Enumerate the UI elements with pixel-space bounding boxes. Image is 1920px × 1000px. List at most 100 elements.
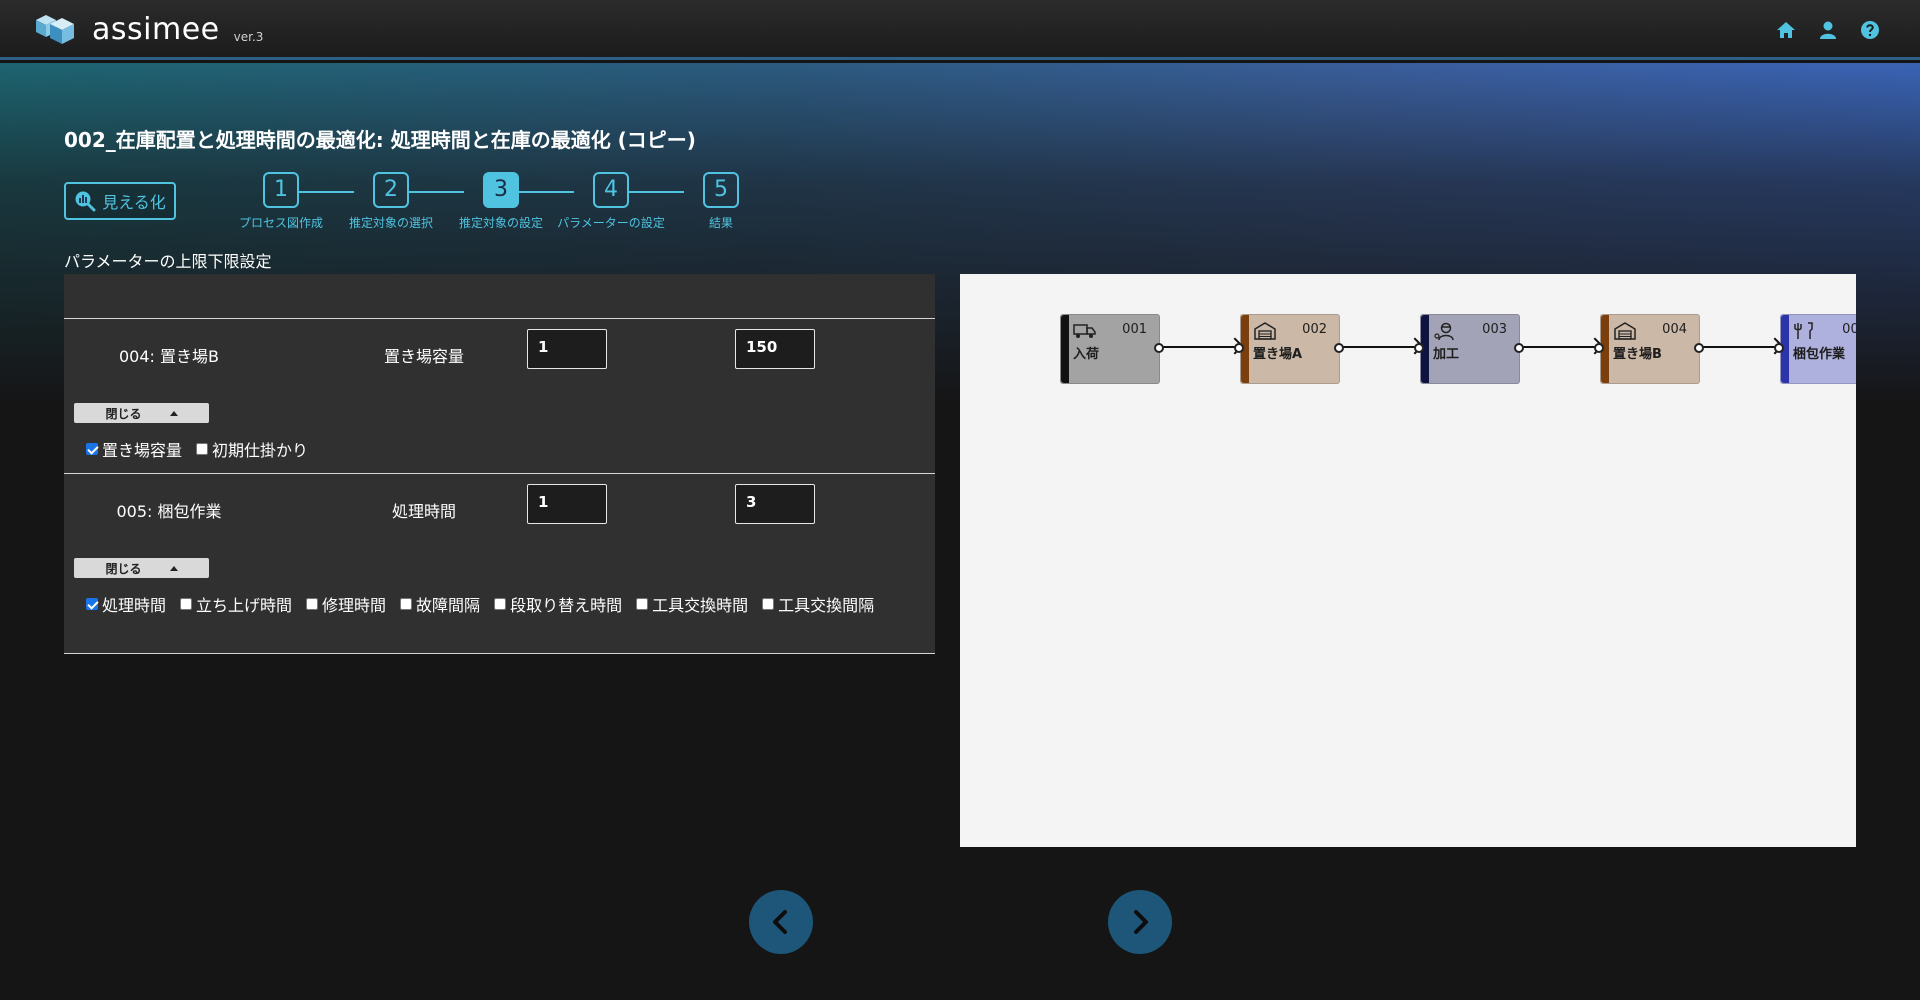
parameter-panel-header: [64, 274, 935, 319]
checkbox-changeover-time[interactable]: 段取り替え時間: [494, 592, 622, 616]
node-label: 置き場A: [1253, 347, 1303, 362]
checkbox-tool-change-time[interactable]: 工具交換時間: [636, 592, 748, 616]
node-id: 004: [1662, 322, 1687, 337]
step-number: 5: [703, 172, 739, 208]
min-value-input[interactable]: 1: [527, 484, 607, 524]
checkbox-startup-time[interactable]: 立ち上げ時間: [180, 592, 292, 616]
checkbox-tool-change-interval[interactable]: 工具交換間隔: [762, 592, 874, 616]
cube-logo-icon: [36, 15, 74, 44]
parameter-row-005: 005: 梱包作業 処理時間 1 3 閉じる 処理時間 立ち上げ時間 修理時間 …: [64, 474, 935, 654]
checkbox-box[interactable]: [180, 598, 193, 610]
step-number: 4: [593, 172, 629, 208]
app-name: assimee: [92, 12, 220, 47]
parameter-checkboxes: 置き場容量 初期仕掛かり: [86, 437, 886, 461]
checkbox-box[interactable]: [636, 598, 649, 610]
back-button[interactable]: [749, 890, 813, 954]
min-value-input[interactable]: 1: [527, 329, 607, 369]
parameter-name: 処理時間: [391, 502, 456, 521]
checkbox-storage-capacity[interactable]: 置き場容量: [86, 437, 182, 461]
process-node-002[interactable]: 002 置き場A: [1240, 314, 1340, 384]
process-node-003[interactable]: 003 加工: [1420, 314, 1520, 384]
step-label: 推定対象の選択: [348, 216, 433, 230]
checkbox-label: 工具交換間隔: [778, 596, 875, 615]
step-label: 推定対象の設定: [458, 216, 543, 230]
step-label: 結果: [708, 216, 733, 230]
collapse-button[interactable]: 閉じる: [74, 558, 209, 578]
checkbox-box[interactable]: [762, 598, 775, 610]
app-version: ver.3: [233, 30, 264, 44]
checkbox-label: 故障間隔: [416, 596, 481, 615]
checkbox-box[interactable]: [306, 598, 319, 610]
checkbox-repair-time[interactable]: 修理時間: [306, 592, 386, 616]
node-id: 002: [1302, 322, 1327, 337]
step-number: 2: [373, 172, 409, 208]
step-4[interactable]: 4 パラメーターの設定: [556, 172, 666, 231]
logo[interactable]: assimee ver.3: [30, 10, 263, 48]
parameter-panel: 004: 置き場B 置き場容量 1 150 閉じる 置き場容量 初期仕掛かり 0…: [64, 274, 935, 654]
node-label: 入荷: [1073, 347, 1100, 362]
help-icon[interactable]: [1860, 20, 1880, 40]
step-3[interactable]: 3 推定対象の設定: [446, 172, 556, 231]
connector-arrow: [1520, 346, 1600, 348]
checkbox-failure-interval[interactable]: 故障間隔: [400, 592, 480, 616]
checkbox-label: 修理時間: [322, 596, 387, 615]
node-id: 003: [1482, 322, 1507, 337]
tools-icon: [1794, 322, 1813, 339]
output-port[interactable]: [1154, 343, 1164, 353]
node-id: 005: [1842, 322, 1856, 337]
max-value-input[interactable]: 3: [735, 484, 815, 524]
checkbox-box[interactable]: [494, 598, 507, 610]
truck-icon: [1073, 324, 1096, 338]
checkbox-label: 置き場容量: [102, 441, 183, 460]
checkbox-initial-wip[interactable]: 初期仕掛かり: [196, 437, 308, 461]
parameter-row-004: 004: 置き場B 置き場容量 1 150 閉じる 置き場容量 初期仕掛かり: [64, 319, 935, 474]
process-diagram[interactable]: 001 入荷 002 置き場A 003 加工 004 置き場B 00 梱包作業: [960, 274, 1856, 847]
input-port[interactable]: [1414, 343, 1424, 353]
worker-icon: [1434, 322, 1454, 341]
user-icon[interactable]: [1818, 20, 1838, 40]
output-port[interactable]: [1334, 343, 1344, 353]
step-number: 1: [263, 172, 299, 208]
connector-arrow: [1340, 346, 1420, 348]
step-1[interactable]: 1 プロセス図作成: [226, 172, 336, 231]
process-node-005[interactable]: 005 梱包作業: [1780, 314, 1856, 384]
parameter-checkboxes: 処理時間 立ち上げ時間 修理時間 故障間隔 段取り替え時間 工具交換時間 工具交…: [86, 592, 886, 616]
output-port[interactable]: [1694, 343, 1704, 353]
home-icon[interactable]: [1776, 20, 1796, 40]
input-port[interactable]: [1594, 343, 1604, 353]
process-name: 004: 置き場B: [119, 347, 219, 366]
visualize-button[interactable]: 見える化: [64, 182, 176, 220]
node-color-bar: [1061, 315, 1069, 383]
checkbox-label: 初期仕掛かり: [212, 441, 309, 460]
chart-search-icon: [75, 191, 96, 212]
stepper: 1 プロセス図作成 2 推定対象の選択 3 推定対象の設定 4 パラメーターの設…: [226, 172, 746, 232]
process-node-004[interactable]: 004 置き場B: [1600, 314, 1700, 384]
connector-arrow: [1160, 346, 1240, 348]
checkbox-label: 段取り替え時間: [510, 596, 623, 615]
collapse-label: 閉じる: [105, 406, 142, 421]
checkbox-box[interactable]: [86, 598, 98, 610]
step-2[interactable]: 2 推定対象の選択: [336, 172, 446, 231]
node-label: 梱包作業: [1793, 347, 1846, 362]
checkbox-processing-time[interactable]: 処理時間: [86, 592, 166, 616]
process-node-001[interactable]: 001 入荷: [1060, 314, 1160, 384]
checkbox-box[interactable]: [196, 443, 209, 455]
chevron-left-icon: [773, 910, 787, 934]
checkbox-box[interactable]: [86, 443, 98, 455]
step-label: パラメーターの設定: [557, 216, 665, 230]
output-port[interactable]: [1514, 343, 1524, 353]
input-port[interactable]: [1774, 343, 1784, 353]
max-value-input[interactable]: 150: [735, 329, 815, 369]
checkbox-label: 立ち上げ時間: [196, 596, 293, 615]
visualize-label: 見える化: [102, 193, 166, 212]
input-port[interactable]: [1234, 343, 1244, 353]
next-button[interactable]: [1108, 890, 1172, 954]
page-title: 002_在庫配置と処理時間の最適化: 処理時間と在庫の最適化 (コピー): [64, 128, 696, 152]
step-5[interactable]: 5 結果: [666, 172, 776, 231]
collapse-button[interactable]: 閉じる: [74, 403, 209, 423]
connector-arrow: [1700, 346, 1780, 348]
checkbox-box[interactable]: [400, 598, 413, 610]
parameter-name: 置き場容量: [383, 347, 464, 366]
section-label: パラメーターの上限下限設定: [64, 252, 272, 271]
top-bar: assimee ver.3: [0, 0, 1920, 60]
